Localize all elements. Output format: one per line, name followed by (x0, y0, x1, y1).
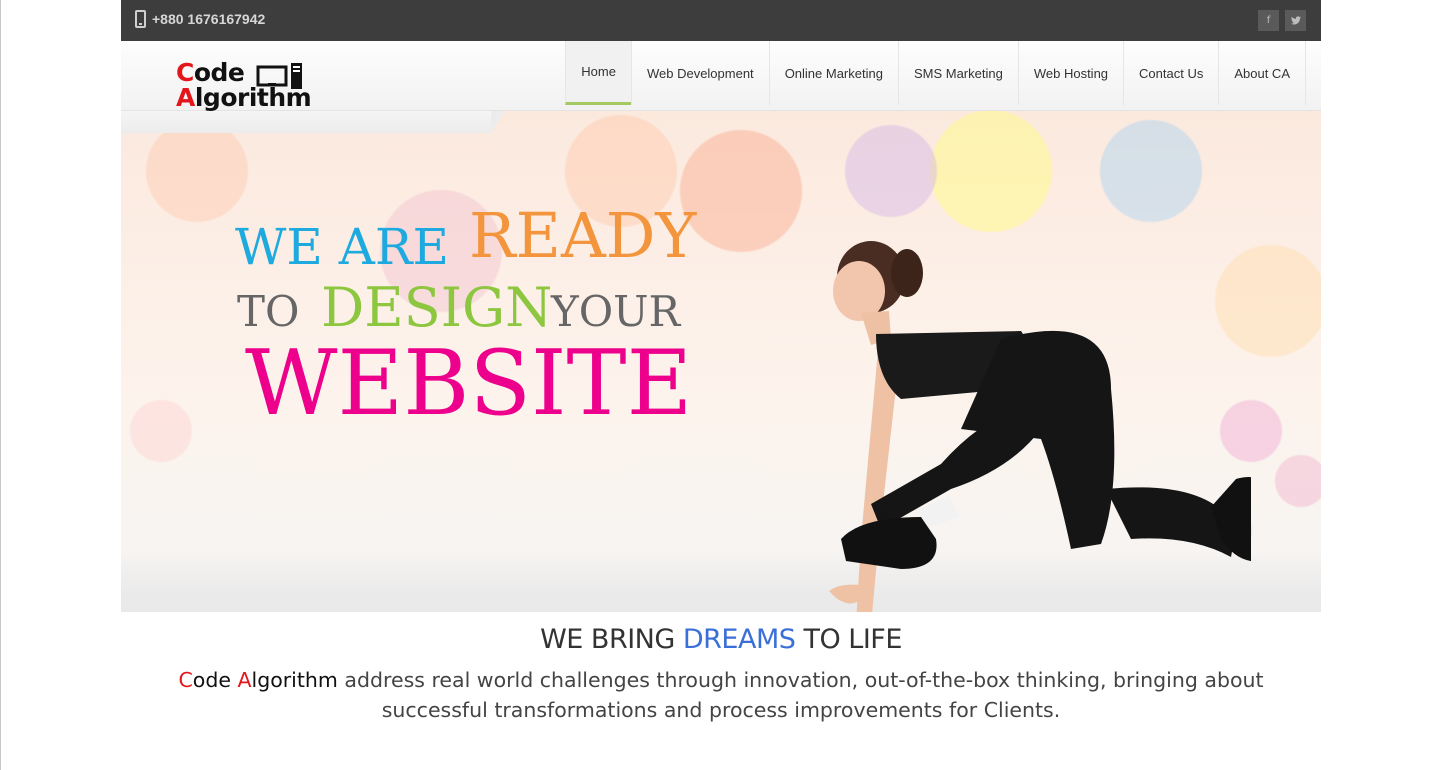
social-links: f (1258, 10, 1306, 31)
headline-your: YOUR (551, 287, 681, 336)
headline-ready: READY (469, 199, 697, 272)
nav-sms-marketing[interactable]: SMS Marketing (897, 41, 1018, 105)
nav-online-marketing[interactable]: Online Marketing (768, 41, 898, 105)
hero-banner[interactable]: WE ARE READY TO DESIGN YOUR WEBSITE (121, 111, 1321, 612)
nav-web-development[interactable]: Web Development (630, 41, 769, 105)
headline-design: DESIGN (321, 276, 553, 339)
computer-logo-icon (256, 63, 302, 89)
nav-home[interactable]: Home (565, 41, 631, 105)
headline-to: TO (237, 287, 300, 336)
intro-title: WE BRING DREAMS TO LIFE (540, 624, 902, 655)
page-container: +880 1676167942 f Code Algorithm Home We… (121, 0, 1321, 612)
nav-about-ca[interactable]: About CA (1218, 41, 1306, 105)
sprinter-woman-image (829, 241, 1251, 612)
mobile-phone-icon (135, 10, 146, 28)
site-header: Code Algorithm Home Web Development Onli… (121, 41, 1321, 111)
top-bar: +880 1676167942 f (121, 0, 1321, 41)
twitter-icon[interactable] (1285, 10, 1306, 31)
facebook-icon[interactable]: f (1258, 10, 1279, 31)
intro-section: WE BRING DREAMS TO LIFE Code Algorithm a… (121, 624, 1321, 725)
main-navigation: Home Web Development Online Marketing SM… (565, 41, 1306, 105)
intro-brand-name: Code Algorithm (178, 668, 338, 692)
phone-number: +880 1676167942 (152, 11, 266, 27)
headline-website: WEBSITE (245, 331, 693, 436)
nav-contact-us[interactable]: Contact Us (1123, 41, 1218, 105)
hero-notch (121, 111, 505, 133)
twitter-bird-icon (1290, 16, 1301, 25)
headline-we-are: WE ARE (235, 218, 450, 276)
nav-web-hosting[interactable]: Web Hosting (1017, 41, 1123, 105)
intro-paragraph: Code Algorithm address real world challe… (178, 668, 1264, 722)
window-left-border (0, 0, 1, 770)
phone-contact[interactable]: +880 1676167942 (135, 10, 265, 28)
